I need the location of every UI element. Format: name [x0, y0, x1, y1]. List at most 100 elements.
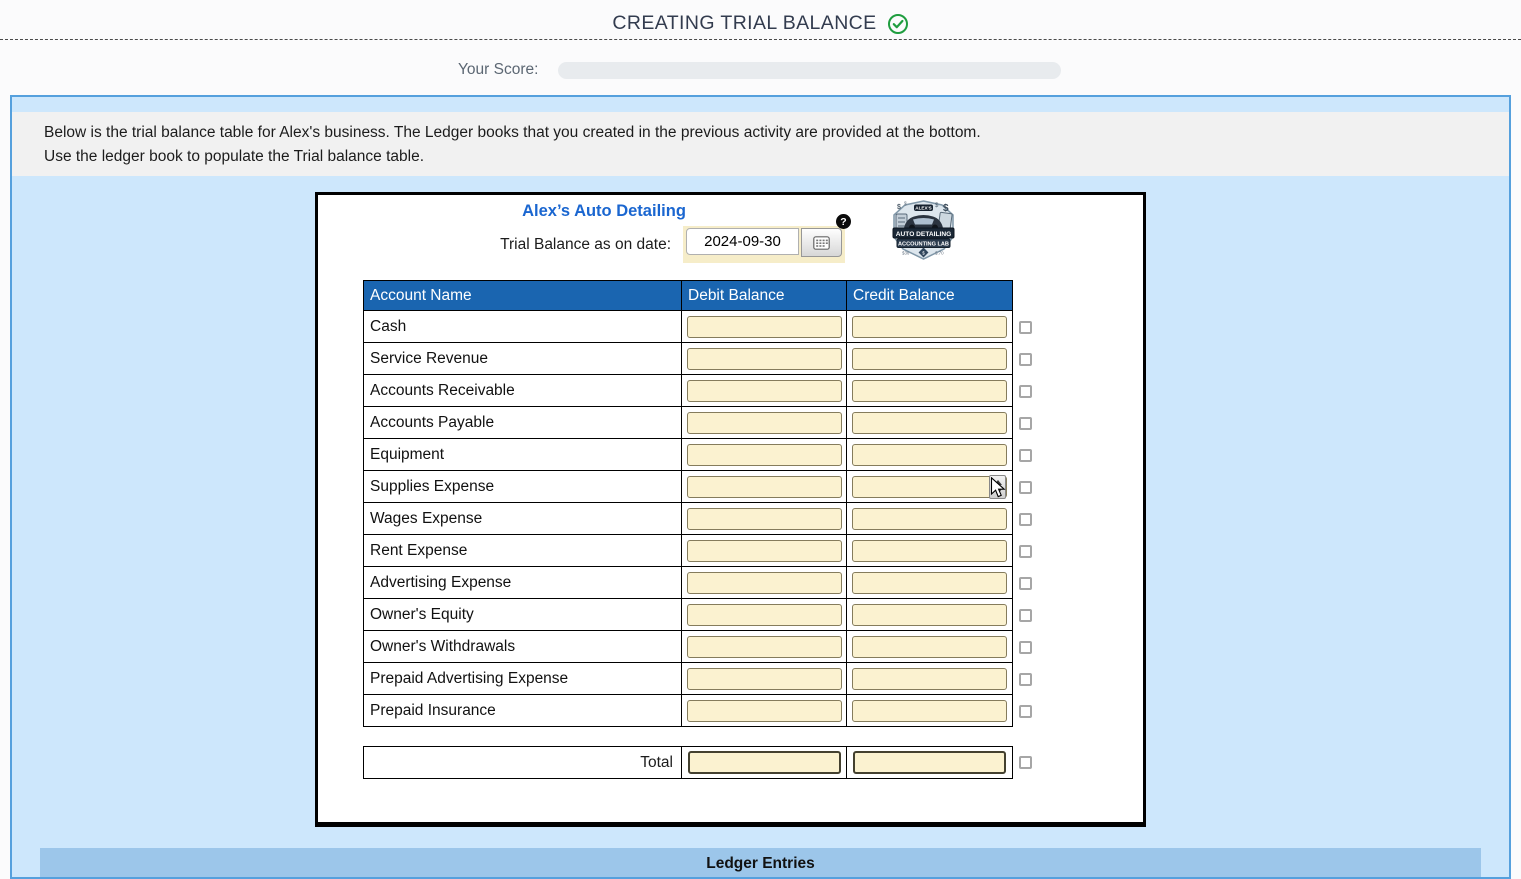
table-row: Rent Expense [364, 535, 1012, 567]
total-credit-input[interactable] [853, 751, 1006, 774]
checkbox-cash[interactable] [1019, 321, 1032, 334]
debit-cell [682, 631, 847, 662]
debit-cell [682, 311, 847, 342]
debit-cell [682, 567, 847, 598]
debit-input-wages-expense[interactable] [687, 508, 842, 530]
table-row: Owner's Withdrawals [364, 631, 1012, 663]
svg-text:$36: $36 [902, 251, 910, 256]
table-row: Cash [364, 311, 1012, 343]
checkbox-supplies-expense[interactable] [1019, 481, 1032, 494]
trial-balance-table-zone: Account Name Debit Balance Credit Balanc… [363, 280, 1032, 727]
score-progress-bar [558, 62, 1061, 79]
credit-cell [847, 631, 1012, 662]
account-name-accounts-payable: Accounts Payable [364, 407, 682, 438]
credit-cell [847, 503, 1012, 534]
auto-detailing-logo-image: $ $ $ $ ALEX'S AUTO DETAILING ACCOUNTING… [890, 199, 957, 261]
credit-input-prepaid-advertising-expense[interactable] [852, 668, 1007, 690]
account-name-rent-expense: Rent Expense [364, 535, 682, 566]
account-name-owner-s-equity: Owner's Equity [364, 599, 682, 630]
checkbox-advertising-expense[interactable] [1019, 577, 1032, 590]
checkbox-total[interactable] [1019, 756, 1032, 769]
credit-cell [847, 567, 1012, 598]
instructions-line2: Use the ledger book to populate the Tria… [44, 145, 1489, 169]
checkbox-service-revenue[interactable] [1019, 353, 1032, 366]
credit-cell [847, 663, 1012, 694]
account-name-advertising-expense: Advertising Expense [364, 567, 682, 598]
debit-input-prepaid-advertising-expense[interactable] [687, 668, 842, 690]
debit-input-accounts-receivable[interactable] [687, 380, 842, 402]
debit-input-advertising-expense[interactable] [687, 572, 842, 594]
checkbox-rent-expense[interactable] [1019, 545, 1032, 558]
credit-input-rent-expense[interactable] [852, 540, 1007, 562]
number-spinner[interactable] [989, 475, 1006, 499]
spinner-up-icon[interactable] [994, 480, 1002, 485]
column-header-credit-balance: Credit Balance [847, 281, 1012, 310]
page-header: CREATING TRIAL BALANCE [0, 0, 1521, 40]
column-header-debit-balance: Debit Balance [682, 281, 847, 310]
total-zone: Total [363, 746, 1032, 779]
checkbox-equipment[interactable] [1019, 449, 1032, 462]
credit-input-owner-s-equity[interactable] [852, 604, 1007, 626]
page-title: CREATING TRIAL BALANCE [612, 12, 876, 35]
checkbox-accounts-receivable[interactable] [1019, 385, 1032, 398]
row-checkbox-column [1019, 280, 1032, 727]
credit-cell [847, 439, 1012, 470]
credit-input-advertising-expense[interactable] [852, 572, 1007, 594]
date-label: Trial Balance as on date: [500, 236, 671, 254]
debit-input-service-revenue[interactable] [687, 348, 842, 370]
debit-input-prepaid-insurance[interactable] [687, 700, 842, 722]
svg-text:$.70: $.70 [935, 251, 944, 256]
account-name-service-revenue: Service Revenue [364, 343, 682, 374]
credit-input-equipment[interactable] [852, 444, 1007, 466]
score-row: Your Score: [0, 61, 1521, 79]
checkbox-owner-s-withdrawals[interactable] [1019, 641, 1032, 654]
date-row: Trial Balance as on date: [318, 226, 845, 263]
table-header-row: Account Name Debit Balance Credit Balanc… [364, 281, 1012, 311]
credit-input-supplies-expense[interactable] [852, 476, 1007, 498]
debit-input-owner-s-withdrawals[interactable] [687, 636, 842, 658]
credit-input-service-revenue[interactable] [852, 348, 1007, 370]
ledger-entries-header: Ledger Entries [40, 848, 1481, 879]
spinner-down-icon[interactable] [994, 489, 1002, 494]
account-name-equipment: Equipment [364, 439, 682, 470]
credit-input-accounts-receivable[interactable] [852, 380, 1007, 402]
debit-input-owner-s-equity[interactable] [687, 604, 842, 626]
total-debit-input[interactable] [688, 751, 841, 774]
checkbox-owner-s-equity[interactable] [1019, 609, 1032, 622]
date-input[interactable] [686, 228, 799, 255]
business-name: Alex’s Auto Detailing [318, 202, 890, 221]
checkbox-wages-expense[interactable] [1019, 513, 1032, 526]
debit-input-rent-expense[interactable] [687, 540, 842, 562]
account-name-wages-expense: Wages Expense [364, 503, 682, 534]
checkbox-accounts-payable[interactable] [1019, 417, 1032, 430]
svg-text:ALEX'S: ALEX'S [915, 206, 931, 211]
trial-balance-card: Alex’s Auto Detailing Trial Balance as o… [315, 192, 1146, 827]
debit-cell [682, 375, 847, 406]
credit-input-wages-expense[interactable] [852, 508, 1007, 530]
calendar-button[interactable] [801, 228, 842, 257]
debit-input-cash[interactable] [687, 316, 842, 338]
debit-input-accounts-payable[interactable] [687, 412, 842, 434]
help-icon[interactable]: ? [836, 214, 851, 229]
total-row: Total [363, 746, 1013, 779]
checkbox-prepaid-advertising-expense[interactable] [1019, 673, 1032, 686]
credit-input-accounts-payable[interactable] [852, 412, 1007, 434]
credit-cell [847, 471, 1012, 502]
credit-input-prepaid-insurance[interactable] [852, 700, 1007, 722]
calendar-icon [813, 236, 830, 250]
account-name-accounts-receivable: Accounts Receivable [364, 375, 682, 406]
svg-text:AUTO DETAILING: AUTO DETAILING [896, 231, 951, 238]
credit-input-owner-s-withdrawals[interactable] [852, 636, 1007, 658]
debit-input-equipment[interactable] [687, 444, 842, 466]
debit-cell [682, 471, 847, 502]
table-row: Owner's Equity [364, 599, 1012, 631]
checkbox-prepaid-insurance[interactable] [1019, 705, 1032, 718]
debit-input-supplies-expense[interactable] [687, 476, 842, 498]
credit-cell [847, 407, 1012, 438]
account-name-supplies-expense: Supplies Expense [364, 471, 682, 502]
debit-cell [682, 535, 847, 566]
instructions: Below is the trial balance table for Ale… [12, 112, 1509, 176]
credit-input-cash[interactable] [852, 316, 1007, 338]
debit-cell [682, 343, 847, 374]
activity-panel: Below is the trial balance table for Ale… [10, 95, 1511, 879]
